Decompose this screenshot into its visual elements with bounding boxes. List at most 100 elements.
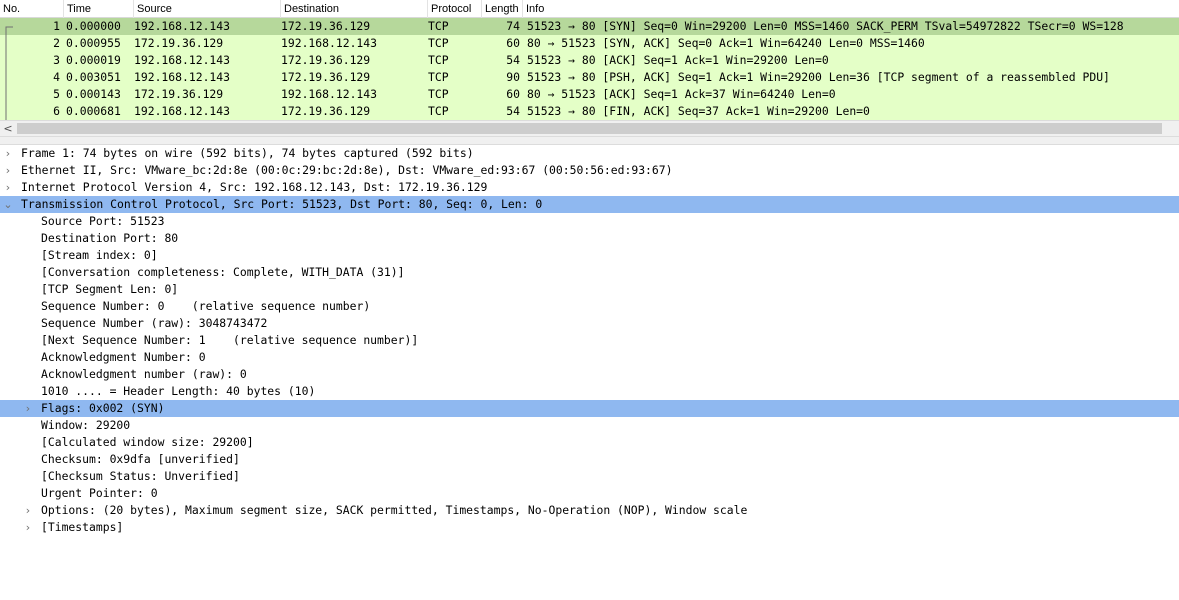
- packet-list-header: No. Time Source Destination Protocol Len…: [0, 0, 1179, 18]
- tree-item-label: Internet Protocol Version 4, Src: 192.16…: [21, 180, 488, 194]
- tree-item-options[interactable]: › Options: (20 bytes), Maximum segment s…: [0, 502, 1179, 519]
- packet-length: 90: [506, 70, 520, 84]
- tree-item-tcp[interactable]: ⌄ Transmission Control Protocol, Src Por…: [0, 196, 1179, 213]
- packet-destination: 192.168.12.143: [281, 36, 378, 50]
- tree-field-label: Source Port: 51523: [41, 214, 165, 228]
- tree-field[interactable]: 1010 .... = Header Length: 40 bytes (10): [0, 383, 1179, 400]
- tree-field[interactable]: Sequence Number (raw): 3048743472: [0, 315, 1179, 332]
- tree-field[interactable]: Sequence Number: 0 (relative sequence nu…: [0, 298, 1179, 315]
- packet-list-pane: No. Time Source Destination Protocol Len…: [0, 0, 1179, 120]
- packet-destination: 172.19.36.129: [281, 53, 371, 67]
- tree-field-label: [Next Sequence Number: 1 (relative seque…: [41, 333, 419, 347]
- tree-field-label: Acknowledgment Number: 0: [41, 350, 206, 364]
- packet-protocol: TCP: [428, 36, 449, 50]
- packet-source: 192.168.12.143: [134, 53, 231, 67]
- column-header-info[interactable]: Info: [523, 0, 1179, 18]
- chevron-right-icon[interactable]: ›: [21, 502, 35, 519]
- packet-length: 74: [506, 19, 520, 33]
- column-header-destination[interactable]: Destination: [281, 0, 428, 18]
- packet-protocol: TCP: [428, 104, 449, 118]
- tree-field-label: Sequence Number (raw): 3048743472: [41, 316, 268, 330]
- packet-source: 172.19.36.129: [134, 87, 224, 101]
- tree-item-frame[interactable]: › Frame 1: 74 bytes on wire (592 bits), …: [0, 145, 1179, 162]
- tree-field[interactable]: [Stream index: 0]: [0, 247, 1179, 264]
- packet-info: 51523 → 80 [ACK] Seq=1 Ack=1 Win=29200 L…: [527, 53, 829, 67]
- tree-item-flags[interactable]: › Flags: 0x002 (SYN): [0, 400, 1179, 417]
- packet-row[interactable]: 5 0.000143 172.19.36.129 192.168.12.143 …: [0, 86, 1179, 103]
- tree-field[interactable]: [Next Sequence Number: 1 (relative seque…: [0, 332, 1179, 349]
- column-header-no[interactable]: No.: [0, 0, 64, 18]
- packet-no: 3: [53, 53, 60, 67]
- packet-no: 6: [53, 104, 60, 118]
- tree-field-label: Sequence Number: 0 (relative sequence nu…: [41, 299, 371, 313]
- tree-field-label: [Checksum Status: Unverified]: [41, 469, 240, 483]
- packet-no: 5: [53, 87, 60, 101]
- tree-field-label: [Stream index: 0]: [41, 248, 158, 262]
- packet-length: 60: [506, 87, 520, 101]
- packet-time: 0.000000: [66, 19, 121, 33]
- tree-item-ethernet[interactable]: › Ethernet II, Src: VMware_bc:2d:8e (00:…: [0, 162, 1179, 179]
- chevron-right-icon[interactable]: ›: [21, 519, 35, 536]
- tree-field[interactable]: Acknowledgment Number: 0: [0, 349, 1179, 366]
- tree-field[interactable]: [Calculated window size: 29200]: [0, 434, 1179, 451]
- packet-time: 0.000681: [66, 104, 121, 118]
- packet-no: 1: [53, 19, 60, 33]
- tree-field-label: Window: 29200: [41, 418, 131, 432]
- packet-list-horizontal-scrollbar[interactable]: <: [0, 120, 1179, 137]
- tree-field[interactable]: [Checksum Status: Unverified]: [0, 468, 1179, 485]
- tree-field[interactable]: Urgent Pointer: 0: [0, 485, 1179, 502]
- packet-row[interactable]: 2 0.000955 172.19.36.129 192.168.12.143 …: [0, 35, 1179, 52]
- tree-field[interactable]: [Conversation completeness: Complete, WI…: [0, 264, 1179, 281]
- packet-info: 51523 → 80 [PSH, ACK] Seq=1 Ack=1 Win=29…: [527, 70, 1110, 84]
- chevron-right-icon[interactable]: ›: [1, 145, 15, 162]
- packet-length: 60: [506, 36, 520, 50]
- column-header-source[interactable]: Source: [134, 0, 281, 18]
- packet-row[interactable]: 4 0.003051 192.168.12.143 172.19.36.129 …: [0, 69, 1179, 86]
- packet-destination: 172.19.36.129: [281, 70, 371, 84]
- tree-item-label: [Timestamps]: [41, 520, 124, 534]
- packet-details-pane: › Frame 1: 74 bytes on wire (592 bits), …: [0, 145, 1179, 600]
- chevron-right-icon[interactable]: ›: [1, 179, 15, 196]
- tree-item-label: Options: (20 bytes), Maximum segment siz…: [41, 503, 748, 517]
- column-header-length[interactable]: Length: [482, 0, 523, 18]
- packet-protocol: TCP: [428, 87, 449, 101]
- tree-field[interactable]: Window: 29200: [0, 417, 1179, 434]
- packet-length: 54: [506, 104, 520, 118]
- packet-row[interactable]: 6 0.000681 192.168.12.143 172.19.36.129 …: [0, 103, 1179, 120]
- tree-item-timestamps[interactable]: › [Timestamps]: [0, 519, 1179, 536]
- chevron-right-icon[interactable]: ›: [1, 162, 15, 179]
- packet-protocol: TCP: [428, 19, 449, 33]
- packet-destination: 172.19.36.129: [281, 104, 371, 118]
- packet-info: 80 → 51523 [SYN, ACK] Seq=0 Ack=1 Win=64…: [527, 36, 925, 50]
- tree-field[interactable]: Source Port: 51523: [0, 213, 1179, 230]
- chevron-right-icon[interactable]: ›: [21, 400, 35, 417]
- packet-time: 0.003051: [66, 70, 121, 84]
- tree-field[interactable]: Destination Port: 80: [0, 230, 1179, 247]
- packet-destination: 172.19.36.129: [281, 19, 371, 33]
- tree-item-label: Ethernet II, Src: VMware_bc:2d:8e (00:0c…: [21, 163, 673, 177]
- tree-field-label: Checksum: 0x9dfa [unverified]: [41, 452, 240, 466]
- tree-field[interactable]: [TCP Segment Len: 0]: [0, 281, 1179, 298]
- tree-item-label: Frame 1: 74 bytes on wire (592 bits), 74…: [21, 146, 474, 160]
- packet-source: 192.168.12.143: [134, 104, 231, 118]
- tree-field-label: Urgent Pointer: 0: [41, 486, 158, 500]
- column-header-protocol[interactable]: Protocol: [428, 0, 482, 18]
- tree-item-label: Flags: 0x002 (SYN): [41, 401, 165, 415]
- column-header-time[interactable]: Time: [64, 0, 134, 18]
- packet-info: 80 → 51523 [ACK] Seq=1 Ack=37 Win=64240 …: [527, 87, 836, 101]
- tree-field-label: [Calculated window size: 29200]: [41, 435, 254, 449]
- packet-info: 51523 → 80 [SYN] Seq=0 Win=29200 Len=0 M…: [527, 19, 1124, 33]
- tree-field-label: Acknowledgment number (raw): 0: [41, 367, 247, 381]
- scrollbar-thumb[interactable]: [17, 123, 1162, 134]
- pane-splitter[interactable]: [0, 137, 1179, 145]
- tree-field[interactable]: Checksum: 0x9dfa [unverified]: [0, 451, 1179, 468]
- chevron-down-icon[interactable]: ⌄: [1, 196, 15, 213]
- packet-source: 172.19.36.129: [134, 36, 224, 50]
- tree-field[interactable]: Acknowledgment number (raw): 0: [0, 366, 1179, 383]
- tree-item-ipv4[interactable]: › Internet Protocol Version 4, Src: 192.…: [0, 179, 1179, 196]
- packet-row-selected[interactable]: 1 0.000000 192.168.12.143 172.19.36.129 …: [0, 18, 1179, 35]
- packet-row[interactable]: 3 0.000019 192.168.12.143 172.19.36.129 …: [0, 52, 1179, 69]
- scroll-left-arrow-icon[interactable]: <: [0, 121, 16, 136]
- packet-protocol: TCP: [428, 53, 449, 67]
- packet-length: 54: [506, 53, 520, 67]
